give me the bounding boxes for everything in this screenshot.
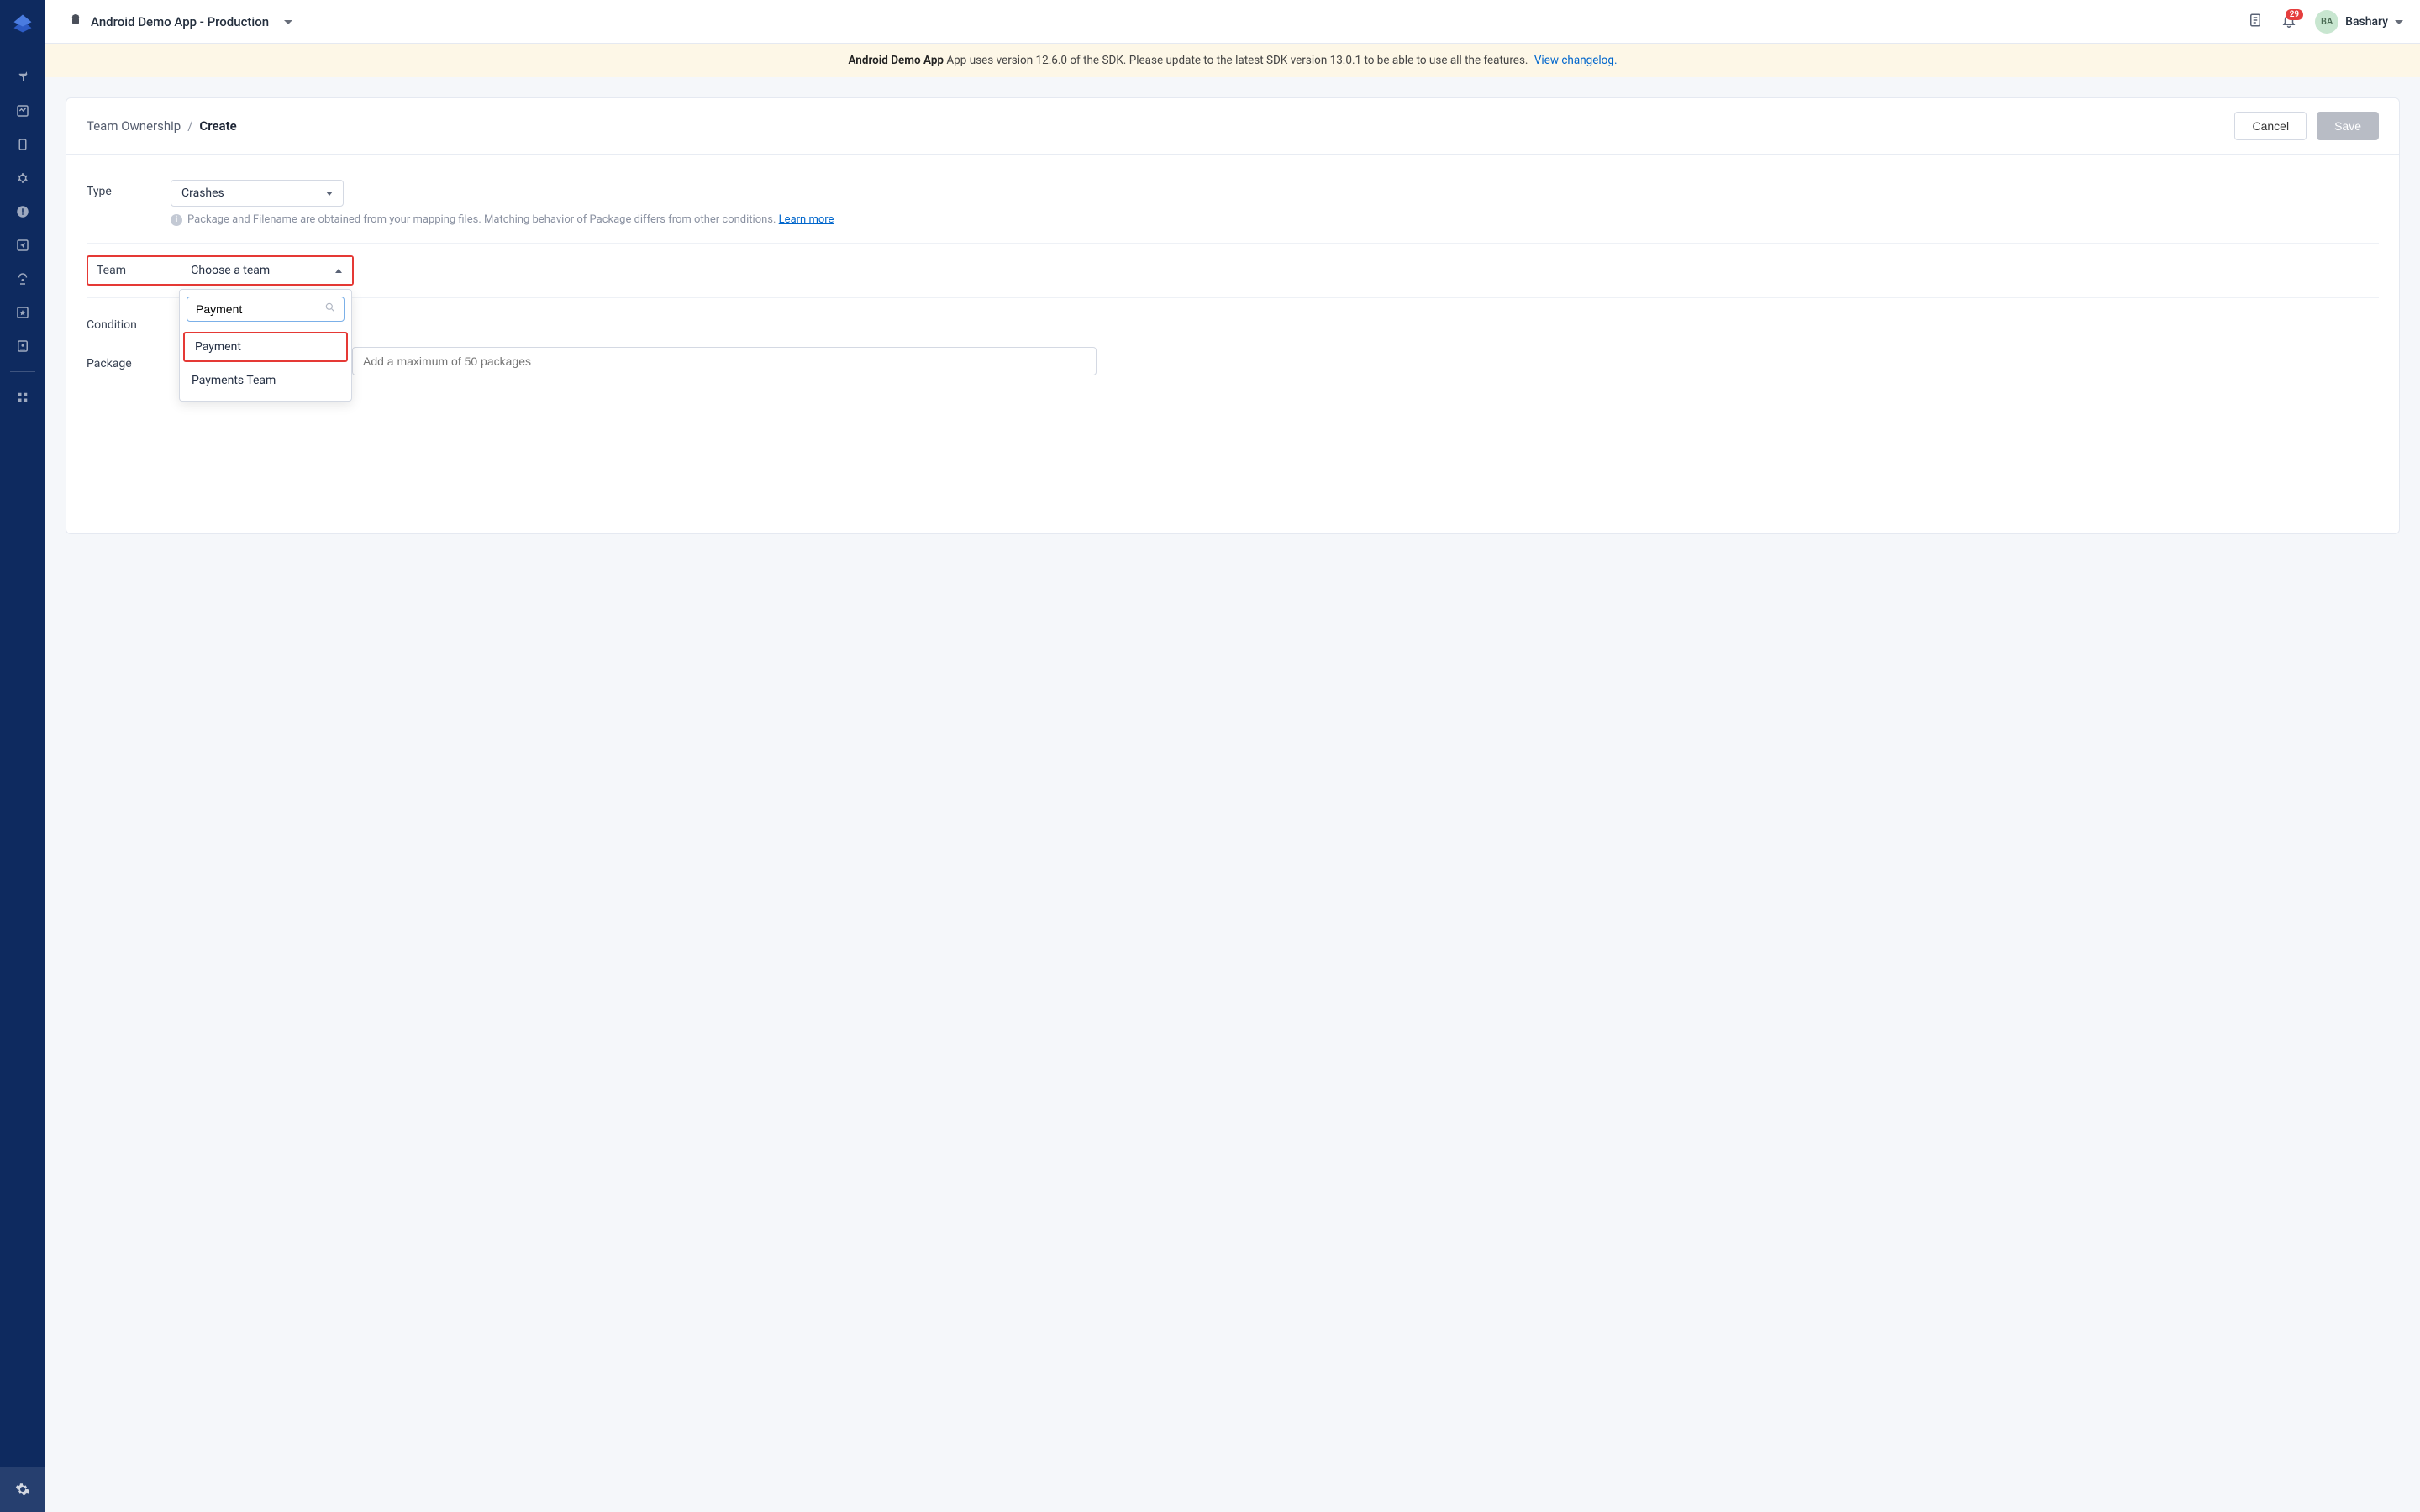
info-icon: i bbox=[171, 214, 182, 226]
nav-activity-icon[interactable] bbox=[6, 94, 39, 128]
caret-up-icon bbox=[335, 269, 342, 273]
nav-alert-icon[interactable] bbox=[6, 195, 39, 228]
update-banner: Android Demo App App uses version 12.6.0… bbox=[45, 44, 2420, 77]
user-menu[interactable]: BA Bashary bbox=[2315, 10, 2403, 34]
type-row: Type Crashes i Package and Filename are … bbox=[87, 171, 2379, 244]
top-header: Android Demo App - Production 29 BA Bash… bbox=[45, 0, 2420, 44]
help-text-content: Package and Filename are obtained from y… bbox=[187, 213, 779, 226]
team-row: Team Choose a team bbox=[87, 244, 2379, 298]
app-name: Android Demo App - Production bbox=[91, 14, 269, 29]
save-button[interactable]: Save bbox=[2317, 112, 2379, 140]
user-avatar: BA bbox=[2315, 10, 2338, 34]
main-content: Team Ownership / Create Cancel Save Type… bbox=[45, 77, 2420, 1512]
app-selector[interactable]: Android Demo App - Production bbox=[69, 13, 292, 30]
card-header: Team Ownership / Create Cancel Save bbox=[66, 98, 2399, 155]
notification-badge: 29 bbox=[2286, 9, 2303, 20]
type-select[interactable]: Crashes bbox=[171, 180, 344, 207]
form-card: Team Ownership / Create Cancel Save Type… bbox=[66, 97, 2400, 534]
nav-broadcast-icon[interactable] bbox=[6, 262, 39, 296]
package-input[interactable] bbox=[352, 347, 1097, 375]
nav-divider bbox=[10, 371, 35, 372]
android-icon bbox=[69, 13, 82, 30]
nav-settings-icon[interactable] bbox=[0, 1467, 45, 1512]
chevron-down-icon bbox=[284, 15, 292, 29]
caret-down-icon bbox=[326, 192, 333, 196]
breadcrumb-current: Create bbox=[199, 118, 236, 134]
condition-row: Condition bbox=[87, 298, 2379, 339]
user-name: Bashary bbox=[2345, 15, 2388, 29]
nav-star-icon[interactable] bbox=[6, 296, 39, 329]
banner-link[interactable]: View changelog. bbox=[1534, 54, 1618, 67]
banner-app-name: Android Demo App bbox=[848, 54, 944, 67]
nav-bug-icon[interactable] bbox=[6, 161, 39, 195]
team-label: Team bbox=[88, 257, 180, 284]
cancel-button[interactable]: Cancel bbox=[2234, 112, 2307, 140]
left-sidebar bbox=[0, 0, 45, 1512]
notes-icon[interactable] bbox=[2248, 13, 2263, 31]
team-placeholder: Choose a team bbox=[191, 264, 270, 277]
dropdown-option-payments-team[interactable]: Payments Team bbox=[180, 365, 351, 396]
help-text: i Package and Filename are obtained from… bbox=[171, 213, 2379, 226]
team-search-input[interactable] bbox=[187, 297, 345, 322]
breadcrumb: Team Ownership / Create bbox=[87, 118, 237, 134]
search-icon bbox=[324, 302, 336, 317]
nav-device-icon[interactable] bbox=[6, 128, 39, 161]
app-logo[interactable] bbox=[11, 12, 34, 35]
package-row: Package bbox=[87, 339, 2379, 384]
dropdown-option-payment[interactable]: Payment bbox=[183, 332, 348, 362]
team-select[interactable]: Choose a team bbox=[180, 257, 352, 284]
condition-label: Condition bbox=[87, 313, 171, 332]
nav-send-icon[interactable] bbox=[6, 228, 39, 262]
learn-more-link[interactable]: Learn more bbox=[779, 213, 834, 226]
nav-apps-icon[interactable] bbox=[6, 381, 39, 414]
breadcrumb-sep: / bbox=[187, 118, 192, 134]
nav-pin-icon[interactable] bbox=[6, 60, 39, 94]
team-dropdown: Payment Payments Team bbox=[179, 289, 352, 402]
nav-survey-icon[interactable] bbox=[6, 329, 39, 363]
notifications-icon[interactable]: 29 bbox=[2281, 13, 2296, 31]
team-highlight: Team Choose a team bbox=[87, 255, 354, 286]
chevron-down-icon bbox=[2395, 15, 2403, 29]
type-label: Type bbox=[87, 180, 171, 198]
banner-text: App uses version 12.6.0 of the SDK. Plea… bbox=[944, 54, 1531, 67]
type-value: Crashes bbox=[182, 186, 224, 200]
breadcrumb-parent[interactable]: Team Ownership bbox=[87, 118, 181, 134]
